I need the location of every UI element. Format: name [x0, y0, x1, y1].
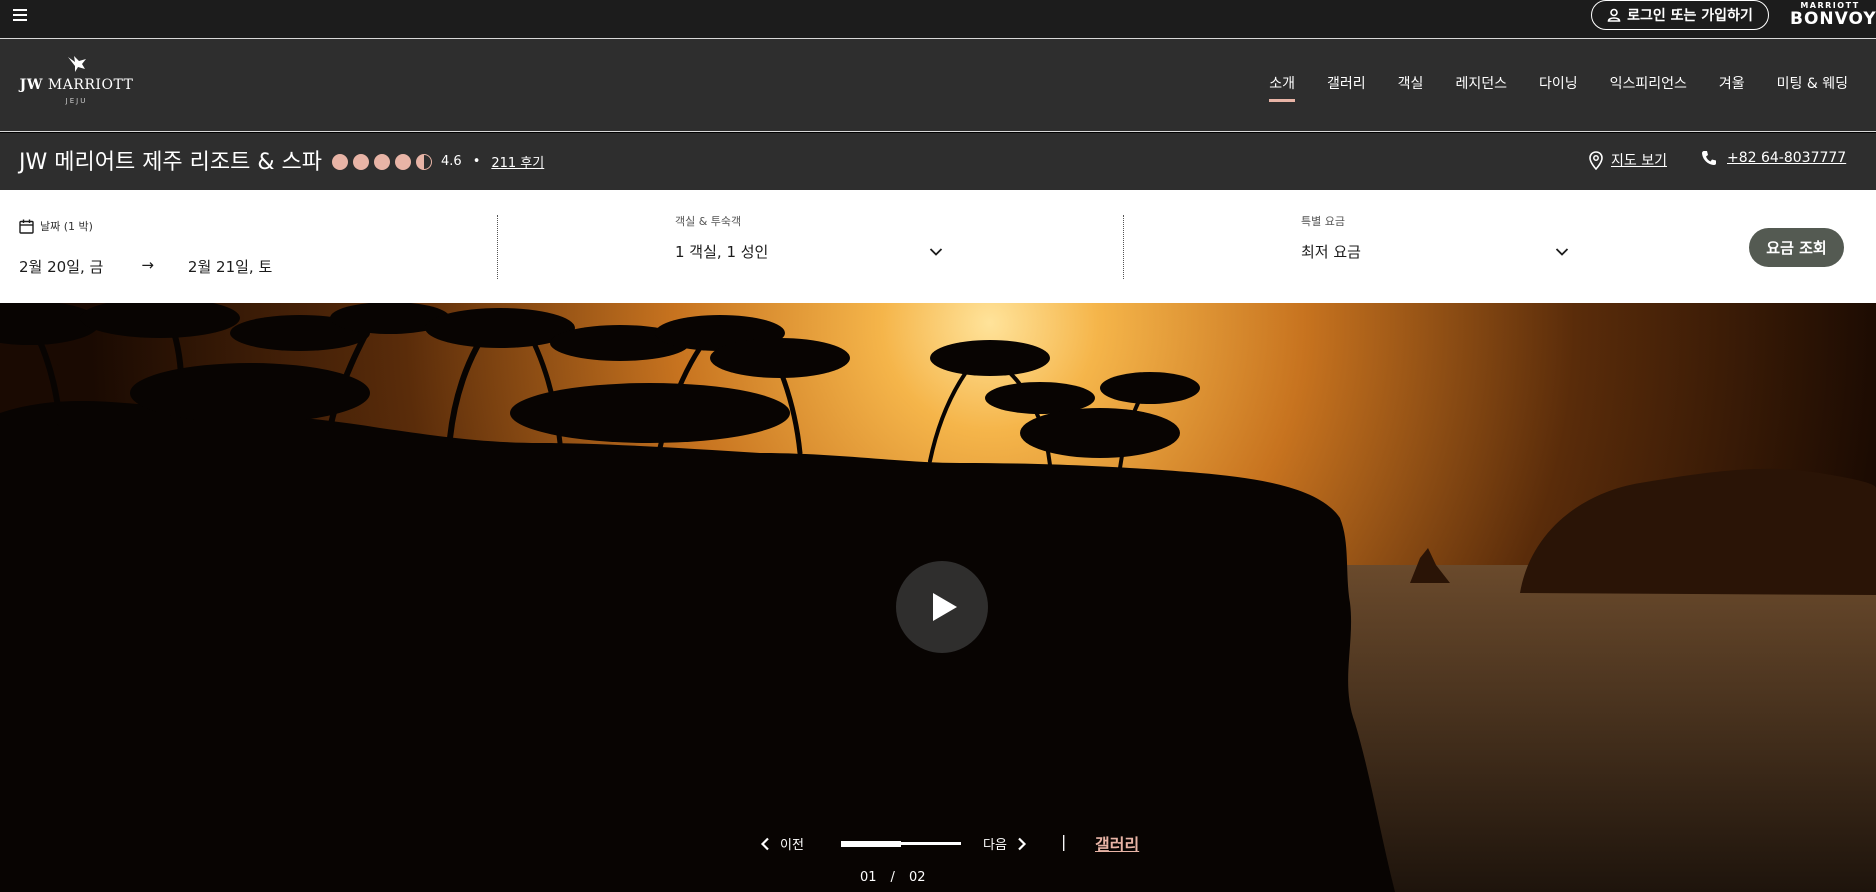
arrow-right-icon: →	[141, 256, 154, 274]
jw-marriott-jeju-logo[interactable]: JW MARRIOTT JEJU	[19, 55, 134, 105]
special-rate-value[interactable]: 최저 요금	[1301, 241, 1361, 262]
find-rates-button[interactable]: 요금 조회	[1749, 228, 1844, 267]
user-icon	[1607, 8, 1621, 22]
special-rate-label: 특별 요금	[1301, 215, 1345, 228]
logo-city: JEJU	[65, 97, 88, 105]
next-label: 다음	[983, 838, 1007, 853]
checkout-date[interactable]: 2월 21일, 토	[188, 256, 272, 277]
rooms-guests-value[interactable]: 1 객실, 1 성인	[675, 241, 768, 262]
login-button[interactable]: 로그인 또는 가입하기	[1591, 0, 1769, 30]
chevron-down-icon[interactable]	[929, 245, 943, 259]
reviews-link[interactable]: 211 후기	[491, 152, 544, 171]
rating-dot-half	[416, 153, 432, 170]
rooms-guests-label: 객실 & 투숙객	[675, 215, 742, 228]
rating-dot-full	[332, 153, 348, 170]
hotel-title-bar: JW 메리어트 제주 리조트 & 스파 4.6 • 211 후기 지도 보기 +…	[0, 133, 1876, 190]
chevron-down-icon[interactable]	[1555, 245, 1569, 259]
current-slide: 01	[860, 870, 877, 885]
nav-item-1[interactable]: 갤러리	[1311, 73, 1382, 93]
next-button[interactable]: 다음	[983, 834, 1027, 853]
hotel-name: JW 메리어트 제주 리조트 & 스파	[19, 150, 323, 175]
logo-name: JW MARRIOTT	[19, 77, 134, 93]
bullet: •	[472, 154, 481, 169]
divider	[1123, 215, 1124, 279]
phone-icon	[1702, 151, 1716, 165]
phone-link[interactable]: +82 64-8037777	[1701, 150, 1846, 166]
previous-label: 이전	[780, 838, 804, 853]
rating-dot-full	[353, 153, 369, 170]
nav-item-0[interactable]: 소개	[1253, 73, 1311, 102]
chevron-left-icon	[760, 837, 769, 850]
nav-item-7[interactable]: 미팅 & 웨딩	[1761, 73, 1864, 93]
carousel-progress-fill	[841, 840, 901, 847]
dates-label-text: 날짜 (1 박)	[40, 220, 93, 233]
rating-number: 4.6	[441, 154, 462, 169]
previous-button[interactable]: 이전	[760, 834, 804, 853]
login-label: 로그인 또는 가입하기	[1627, 8, 1753, 24]
nav-item-6[interactable]: 겨울	[1703, 73, 1761, 93]
rating-dot-full	[374, 153, 390, 170]
separator: |	[1061, 832, 1067, 851]
nav-items: 소개 갤러리 객실 레지던스 다이닝 익스피리언스 겨울 미팅 & 웨딩	[1253, 73, 1864, 102]
rating: 4.6 • 211 후기	[332, 152, 544, 171]
nav-item-4[interactable]: 다이닝	[1523, 73, 1594, 93]
calendar-icon	[19, 219, 34, 234]
dates-field[interactable]: 2월 20일, 금 → 2월 21일, 토	[19, 256, 272, 277]
marriott-bonvoy-logo[interactable]: MARRIOTT BONVOY	[1790, 2, 1876, 29]
booking-bar: 날짜 (1 박) 2월 20일, 금 → 2월 21일, 토 객실 & 투숙객 …	[0, 190, 1876, 303]
main-navigation: JW MARRIOTT JEJU 소개 갤러리 객실 레지던스 다이닝 익스피리언스 겨울 미…	[0, 39, 1876, 132]
carousel-progress	[841, 840, 961, 847]
phone-number: +82 64-8037777	[1727, 150, 1847, 166]
gallery-link[interactable]: 갤러리	[1095, 831, 1139, 855]
map-view-label: 지도 보기	[1611, 153, 1667, 169]
divider	[497, 215, 498, 279]
slide-counter: 01 / 02	[860, 870, 925, 885]
checkin-date[interactable]: 2월 20일, 금	[19, 256, 103, 277]
map-pin-icon	[1589, 150, 1603, 170]
map-view-link[interactable]: 지도 보기	[1589, 150, 1667, 170]
nav-item-3[interactable]: 레지던스	[1439, 73, 1523, 93]
bird-emblem-icon	[67, 56, 86, 72]
nav-item-5[interactable]: 익스피리언스	[1594, 73, 1703, 93]
counter-slash: /	[890, 870, 895, 885]
rating-dot-full	[395, 153, 411, 170]
play-icon	[933, 593, 957, 621]
nav-item-2[interactable]: 객실	[1382, 73, 1440, 93]
hamburger-icon[interactable]	[13, 8, 29, 22]
brand-big-text: BONVOY	[1790, 9, 1876, 29]
chevron-right-icon	[1018, 837, 1026, 850]
hero-video: 이전 다음 | 갤러리 01 / 02	[0, 303, 1876, 892]
play-video-button[interactable]	[896, 561, 988, 653]
top-utility-bar: 로그인 또는 가입하기 MARRIOTT BONVOY	[0, 0, 1876, 39]
dates-label[interactable]: 날짜 (1 박)	[19, 218, 93, 234]
total-slides: 02	[908, 870, 926, 885]
